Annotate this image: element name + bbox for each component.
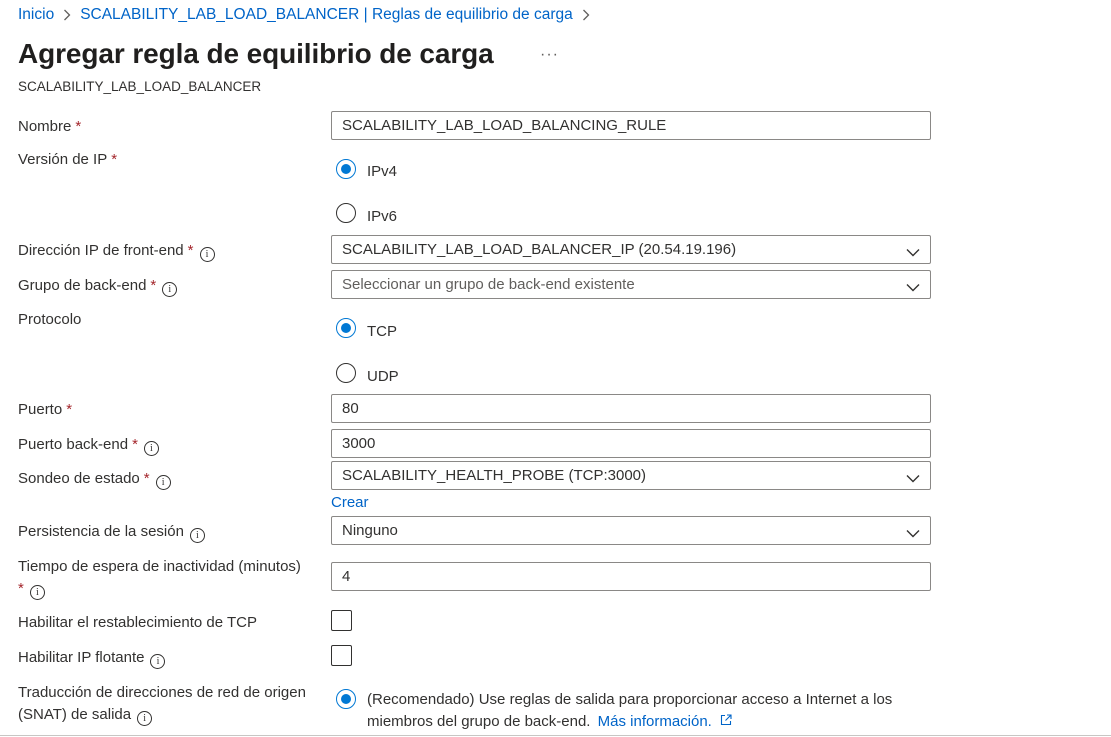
backend-pool-label: Grupo de back-end * i [18,275,178,297]
external-link-icon [716,713,732,730]
snat-recommended-text: (Recomendado) Use reglas de salida para … [367,689,947,733]
backend-port-label: Puerto back-end * i [18,434,159,456]
chevron-down-icon [906,525,920,541]
idle-timeout-label: Tiempo de espera de inactividad (minutos… [18,558,301,575]
port-input[interactable]: 80 [331,394,931,423]
tcp-reset-checkbox[interactable] [331,610,352,631]
ip-version-label: Versión de IP * [18,151,118,168]
idle-timeout-label-required: * i [18,578,45,600]
backend-port-input[interactable]: 3000 [331,429,931,458]
name-input[interactable]: SCALABILITY_LAB_LOAD_BALANCING_RULE [331,111,931,140]
idle-timeout-input[interactable]: 4 [331,562,931,591]
protocol-tcp-radio[interactable] [336,318,356,338]
protocol-udp-radio[interactable] [336,363,356,383]
health-probe-label: Sondeo de estado * i [18,468,171,490]
ip-version-ipv4-label[interactable]: IPv4 [367,163,397,180]
chevron-right-icon [582,9,590,21]
chevron-down-icon [906,244,920,260]
info-icon[interactable]: i [189,528,205,543]
breadcrumb: Inicio SCALABILITY_LAB_LOAD_BALANCER | R… [18,6,599,24]
required-marker: * [187,242,194,259]
backend-pool-dropdown[interactable]: Seleccionar un grupo de back-end existen… [331,270,931,299]
idle-timeout-value: 4 [342,568,351,585]
breadcrumb-home-link[interactable]: Inicio [18,6,54,24]
tcp-reset-label: Habilitar el restablecimiento de TCP [18,614,257,631]
protocol-udp-label[interactable]: UDP [367,368,399,385]
info-icon[interactable]: i [29,585,45,600]
required-marker: * [132,436,138,453]
required-marker: * [143,470,150,487]
health-probe-value: SCALABILITY_HEALTH_PROBE (TCP:3000) [342,467,646,484]
required-marker: * [66,401,73,418]
snat-recommended-radio[interactable] [336,689,356,709]
page-bottom-divider [0,735,1111,736]
snat-label-line2: (SNAT) de salida i [18,704,153,726]
name-input-value: SCALABILITY_LAB_LOAD_BALANCING_RULE [342,117,667,134]
ip-version-ipv6-radio[interactable] [336,203,356,223]
page-title: Agregar regla de equilibrio de carga [18,38,494,69]
backend-pool-placeholder: Seleccionar un grupo de back-end existen… [342,276,635,293]
create-health-probe-link[interactable]: Crear [331,494,369,511]
required-marker: * [111,151,118,168]
floating-ip-checkbox[interactable] [331,645,352,666]
port-input-value: 80 [342,400,359,417]
backend-port-value: 3000 [342,435,376,452]
protocol-label: Protocolo [18,311,82,328]
session-persistence-dropdown[interactable]: Ninguno [331,516,931,545]
ip-version-ipv4-radio[interactable] [336,159,356,179]
info-icon[interactable]: i [150,654,166,669]
session-persistence-label: Persistencia de la sesión i [18,521,205,543]
frontend-ip-dropdown[interactable]: SCALABILITY_LAB_LOAD_BALANCER_IP (20.54.… [331,235,931,264]
page-subtitle: SCALABILITY_LAB_LOAD_BALANCER [18,79,262,94]
frontend-ip-label: Dirección IP de front-end * i [18,240,215,262]
ip-version-ipv6-label[interactable]: IPv6 [367,208,397,225]
floating-ip-label: Habilitar IP flotante i [18,647,166,669]
info-icon[interactable]: i [199,247,215,262]
name-label: Nombre * [18,118,82,135]
required-marker: * [18,580,24,597]
chevron-down-icon [906,470,920,486]
more-info-link[interactable]: Más información. [598,713,732,730]
info-icon[interactable]: i [155,475,171,490]
info-icon[interactable]: i [143,441,159,456]
info-icon[interactable]: i [137,711,153,726]
chevron-right-icon [63,9,71,21]
port-label: Puerto * [18,401,73,418]
required-marker: * [150,277,157,294]
session-persistence-value: Ninguno [342,522,398,539]
chevron-down-icon [906,279,920,295]
breadcrumb-parent-link[interactable]: SCALABILITY_LAB_LOAD_BALANCER | Reglas d… [80,6,573,24]
protocol-tcp-label[interactable]: TCP [367,323,397,340]
more-options-button[interactable]: ··· [540,46,559,64]
info-icon[interactable]: i [162,282,178,297]
snat-label-line1: Traducción de direcciones de red de orig… [18,684,306,701]
required-marker: * [75,118,82,135]
health-probe-dropdown[interactable]: SCALABILITY_HEALTH_PROBE (TCP:3000) [331,461,931,490]
frontend-ip-value: SCALABILITY_LAB_LOAD_BALANCER_IP (20.54.… [342,241,737,258]
